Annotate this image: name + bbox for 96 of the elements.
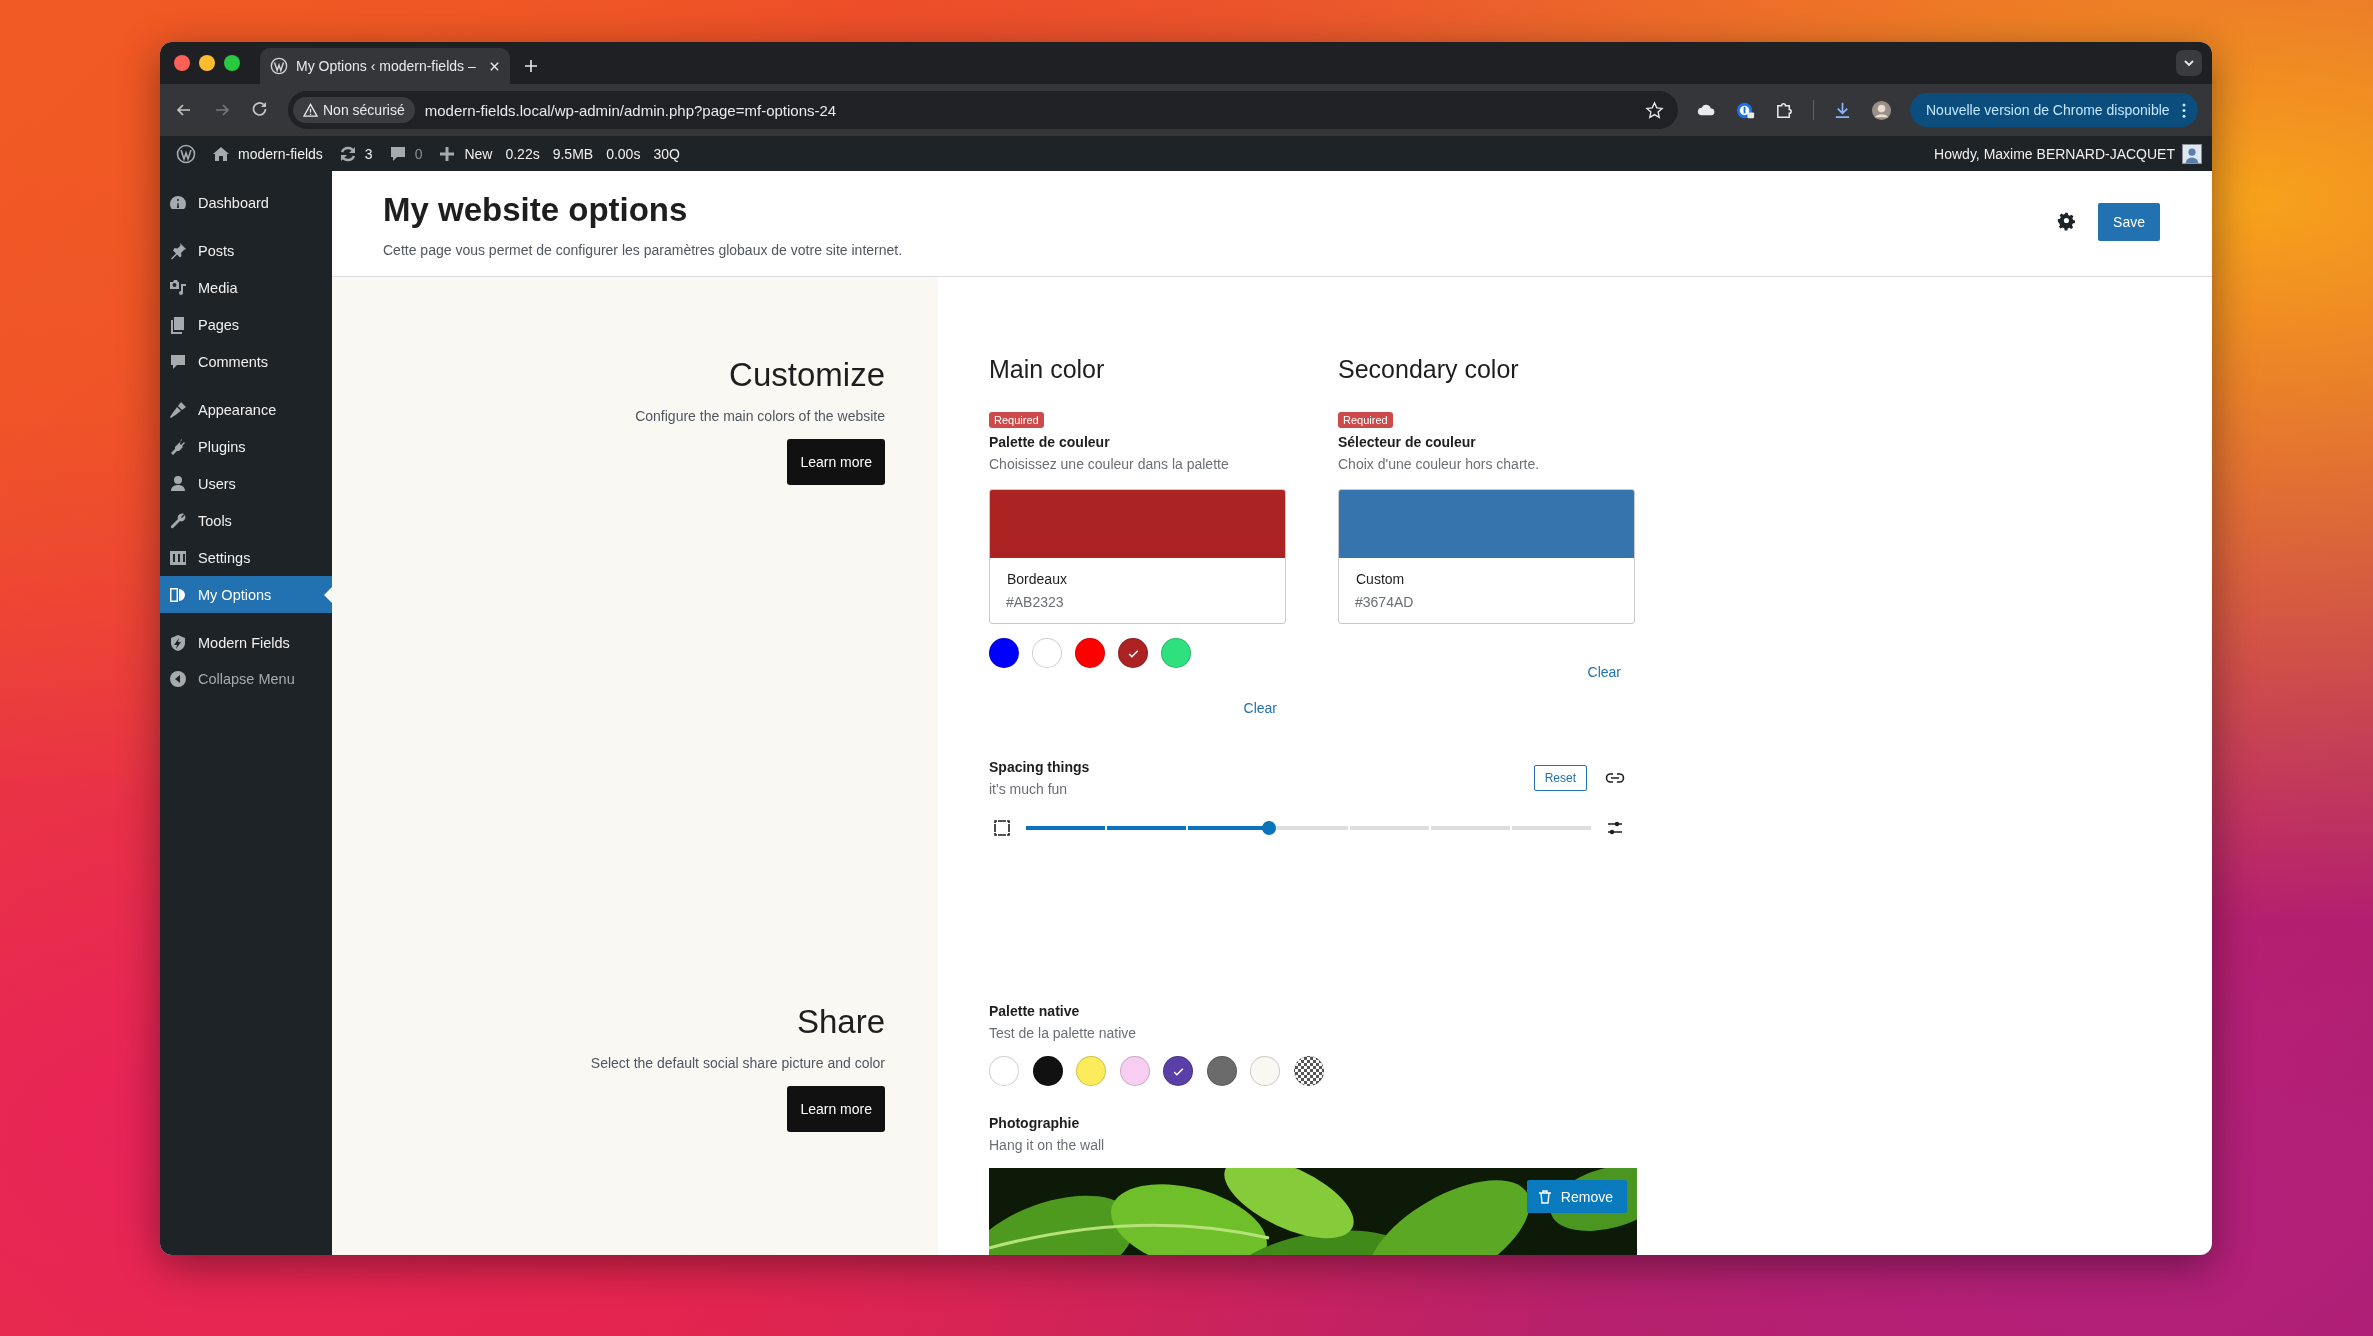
greeting-link[interactable]: Howdy, Maxime BERNARD-JACQUET [1934,145,2175,162]
sidebar-item[interactable]: Comments [160,343,332,380]
new-link[interactable]: New [464,145,493,162]
color-name: Custom [1355,570,1406,587]
slider-thumb[interactable] [1261,821,1276,835]
field-description: it's much fun [989,780,1069,799]
color-swatch[interactable] [1206,1056,1237,1086]
debug-stat[interactable]: 30Q [653,145,680,162]
star-icon[interactable] [1645,100,1664,120]
sidebar-item[interactable]: My Options [160,576,332,613]
field-label: Spacing things [989,758,1090,777]
minimize-window-button[interactable] [199,55,215,71]
learn-more-button[interactable]: Learn more [787,439,885,485]
comments-count[interactable]: 0 [414,145,423,162]
field-label: Palette native [989,1002,1081,1021]
update-chrome-button[interactable]: Nouvelle version de Chrome disponible [1910,93,2198,127]
field-label: Palette de couleur [989,433,1110,452]
sidebar-item[interactable]: Settings [160,539,332,576]
save-button[interactable]: Save [2098,202,2160,241]
required-badge: Required [989,412,1044,428]
color-swatch[interactable] [989,638,1019,668]
color-preview-card[interactable]: Bordeaux #AB2323 [989,489,1286,624]
w-circle-icon[interactable] [176,143,196,164]
sidebar-item[interactable]: Posts [160,232,332,269]
field-label: Sélecteur de couleur [1338,433,1476,452]
site-link[interactable]: modern-fields [238,145,323,162]
url-text: modern-fields.local/wp-admin/admin.php?page=mf-options-24 [424,101,837,119]
clear-link[interactable]: Clear [1587,662,1621,682]
field-label: Photographie [989,1114,1081,1133]
section-title: Customize [729,355,885,395]
warning-icon [303,102,318,118]
color-swatch[interactable] [1032,1056,1063,1086]
updates-count[interactable]: 3 [364,145,373,162]
field-heading: Secondary color [1338,354,1519,385]
remove-button[interactable]: Remove [1526,1180,1627,1213]
profile-avatar-icon[interactable] [1871,99,1892,121]
box-spacing-icon [992,818,1012,838]
settings-icon[interactable] [2057,212,2077,231]
color-preview-card[interactable]: Custom #3674AD [1338,489,1635,624]
pin-icon [168,240,188,261]
camera-note-icon [168,277,188,298]
page-title: My website options [383,189,689,230]
more-options-icon[interactable] [2181,102,2186,118]
color-swatch[interactable] [1075,638,1105,668]
color-swatch[interactable] [1163,1056,1193,1086]
color-swatch[interactable] [1076,1056,1106,1086]
w-circle-icon [270,57,288,75]
section-description: Select the default social share picture and color [590,1054,885,1073]
color-swatch[interactable] [1118,638,1148,668]
field-description: Hang it on the wall [989,1136,1106,1155]
debug-stat[interactable]: 0.22s [505,145,540,162]
close-icon[interactable] [489,60,500,72]
paintbrush-icon [168,399,188,420]
page-subtitle: Cette page vous permet de configurer les paramètres globaux de votre site internet. [383,241,903,258]
color-swatch[interactable] [1032,638,1062,668]
sidebar-item[interactable]: Users [160,465,332,502]
user-icon [168,473,188,494]
field-description: Test de la palette native [989,1024,1138,1043]
color-name: Bordeaux [1006,570,1068,587]
sidebar-item[interactable]: Appearance [160,391,332,428]
sidebar-item[interactable]: Modern Fields [160,624,332,661]
color-value: #3674AD [1354,593,1415,610]
color-swatch[interactable] [989,1056,1019,1086]
debug-stat[interactable]: 9.5MB [552,145,594,162]
section-description: Configure the main colors of the website [635,407,885,426]
field-description: Choisissez une couleur dans la palette [989,455,1229,474]
learn-more-button[interactable]: Learn more [787,1086,885,1132]
user-avatar-icon[interactable] [2182,143,2202,164]
shield-icon [168,632,188,653]
sidebar-item[interactable]: Pages [160,306,332,343]
sidebar-item[interactable]: Media [160,269,332,306]
security-chip[interactable]: Non sécurisé [293,97,415,123]
sidebar-item[interactable]: Tools [160,502,332,539]
collapse-menu-item[interactable]: Collapse Menu [160,661,332,697]
required-badge: Required [1338,412,1393,428]
new-tab-icon[interactable] [524,59,538,73]
sidebar-item[interactable]: Dashboard [160,184,332,221]
color-swatch[interactable] [1293,1056,1324,1086]
section-title: Share [796,1002,885,1042]
color-swatch[interactable] [1119,1056,1150,1086]
zoom-window-button[interactable] [224,55,240,71]
close-window-button[interactable] [174,55,190,71]
clear-link[interactable]: Clear [1243,698,1277,718]
debug-stat[interactable]: 0.00s [606,145,641,162]
address-bar[interactable]: Non sécurisé modern-fields.local/wp-admin/admin.php?page=mf-options-24 [288,91,1678,129]
trash-icon [1536,1188,1553,1205]
color-value: #AB2323 [1005,593,1065,610]
slider-track[interactable] [1026,821,1591,835]
reset-button[interactable]: Reset [1533,765,1587,791]
field-heading: Main color [989,354,1105,385]
color-swatch[interactable] [1250,1056,1280,1086]
field-description: Choix d'une couleur hors charte. [1338,455,1540,474]
color-swatch[interactable] [1161,638,1191,668]
sidebar-item[interactable]: Plugins [160,428,332,465]
browser-tab[interactable]: My Options ‹ modern-fields – [260,48,510,84]
tab-search-button[interactable] [2176,50,2202,76]
